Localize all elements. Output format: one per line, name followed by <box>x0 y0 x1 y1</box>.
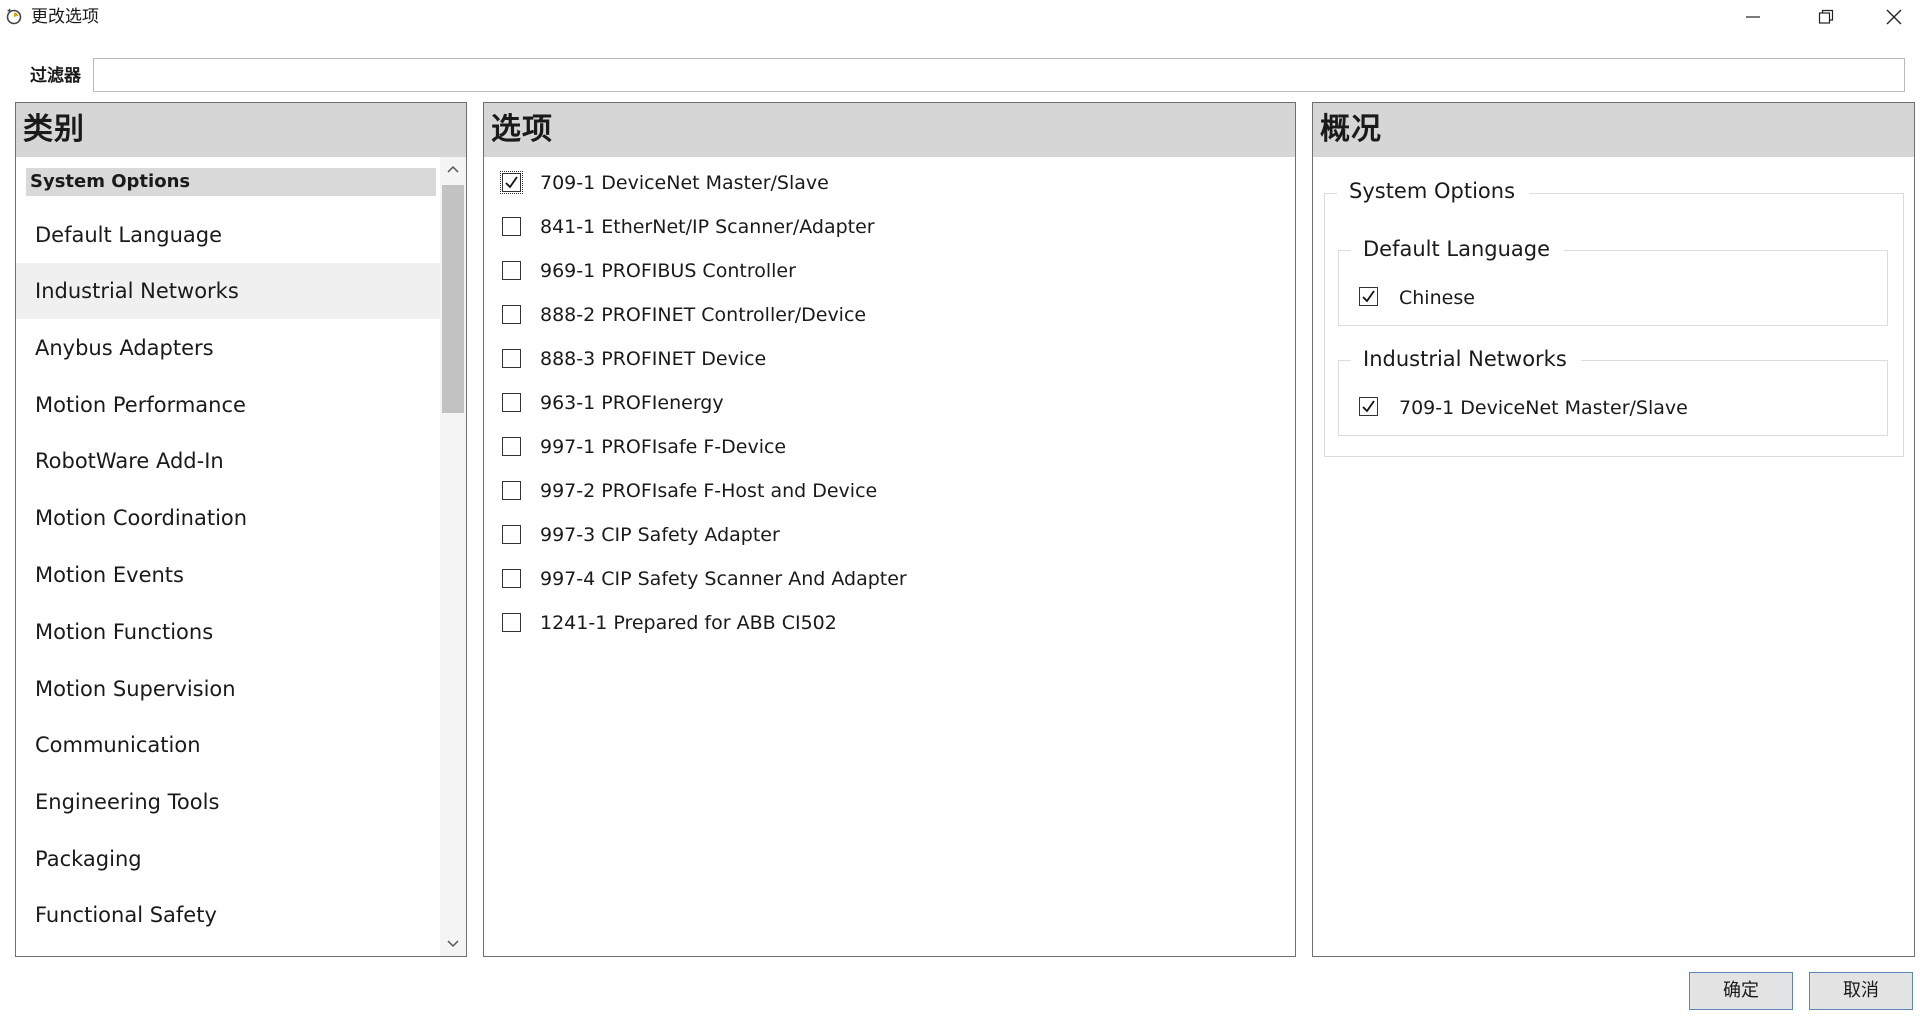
rotate-icon <box>5 7 23 25</box>
close-button[interactable] <box>1862 0 1920 34</box>
category-item-packaging[interactable]: Packaging <box>16 831 440 887</box>
options-panel: 选项 709-1 DeviceNet Master/Slave 841-1 Et… <box>483 102 1296 957</box>
summary-header: 概况 <box>1313 103 1914 157</box>
minimize-button[interactable] <box>1721 0 1785 34</box>
option-row[interactable]: 709-1 DeviceNet Master/Slave <box>500 168 1282 198</box>
category-item-motion-performance[interactable]: Motion Performance <box>16 377 440 433</box>
scroll-down-button[interactable] <box>440 932 466 956</box>
filter-input[interactable] <box>93 58 1905 92</box>
option-label: 969-1 PROFIBUS Controller <box>540 260 796 282</box>
summary-section-title: Industrial Networks <box>1351 344 1581 374</box>
summary-panel: 概况 System Options Default Language Chine… <box>1312 102 1915 957</box>
option-row[interactable]: 997-1 PROFIsafe F-Device <box>502 432 1282 462</box>
checkmark-icon <box>505 176 518 189</box>
summary-item: Chinese <box>1359 283 1879 313</box>
option-label: 1241-1 Prepared for ABB CI502 <box>540 612 837 634</box>
options-header: 选项 <box>484 103 1295 157</box>
minimize-icon <box>1746 16 1760 18</box>
window-title: 更改选项 <box>31 7 99 27</box>
cancel-button[interactable]: 取消 <box>1809 972 1913 1010</box>
category-item-motion-functions[interactable]: Motion Functions <box>16 604 440 660</box>
category-item-robotware-add-in[interactable]: RobotWare Add-In <box>16 433 440 489</box>
category-item-motion-supervision[interactable]: Motion Supervision <box>16 661 440 717</box>
option-checkbox[interactable] <box>502 349 521 368</box>
option-checkbox[interactable] <box>502 481 521 500</box>
option-label: 888-2 PROFINET Controller/Device <box>540 304 867 326</box>
option-row[interactable]: 969-1 PROFIBUS Controller <box>502 256 1282 286</box>
chevron-up-icon <box>447 165 459 173</box>
summary-item-label: 709-1 DeviceNet Master/Slave <box>1399 397 1688 419</box>
option-label: 888-3 PROFINET Device <box>540 348 767 370</box>
option-label: 997-1 PROFIsafe F-Device <box>540 436 787 458</box>
summary-group-system-options: System Options Default Language Chinese … <box>1324 176 1904 457</box>
option-label: 997-4 CIP Safety Scanner And Adapter <box>540 568 907 590</box>
option-row[interactable]: 997-3 CIP Safety Adapter <box>502 520 1282 550</box>
summary-checkbox <box>1359 397 1378 416</box>
checkmark-icon <box>1362 290 1375 303</box>
option-label: 997-3 CIP Safety Adapter <box>540 524 780 546</box>
checkmark-icon <box>1362 400 1375 413</box>
summary-item: 709-1 DeviceNet Master/Slave <box>1359 393 1879 423</box>
category-item-communication[interactable]: Communication <box>16 717 440 773</box>
option-row[interactable]: 963-1 PROFIenergy <box>502 388 1282 418</box>
option-checkbox[interactable] <box>500 171 523 194</box>
option-row[interactable]: 841-1 EtherNet/IP Scanner/Adapter <box>502 212 1282 242</box>
summary-section-title: Default Language <box>1351 234 1565 264</box>
category-list: System Options Default Language Industri… <box>16 157 440 956</box>
summary-checkbox <box>1359 287 1378 306</box>
option-checkbox[interactable] <box>502 305 521 324</box>
category-item-engineering-tools[interactable]: Engineering Tools <box>16 774 440 830</box>
option-checkbox[interactable] <box>502 393 521 412</box>
summary-section-industrial-networks: Industrial Networks 709-1 DeviceNet Mast… <box>1338 344 1888 436</box>
option-checkbox[interactable] <box>502 217 521 236</box>
category-item-anybus-adapters[interactable]: Anybus Adapters <box>16 320 440 376</box>
category-item-motion-coordination[interactable]: Motion Coordination <box>16 490 440 546</box>
option-row[interactable]: 1241-1 Prepared for ABB CI502 <box>502 608 1282 638</box>
option-checkbox[interactable] <box>502 613 521 632</box>
summary-item-label: Chinese <box>1399 287 1475 309</box>
categories-panel: 类别 System Options Default Language Indus… <box>15 102 467 957</box>
option-checkbox[interactable] <box>502 437 521 456</box>
summary-section-default-language: Default Language Chinese <box>1338 234 1888 326</box>
close-icon <box>1886 9 1902 25</box>
scroll-thumb[interactable] <box>442 185 464 413</box>
option-row[interactable]: 997-4 CIP Safety Scanner And Adapter <box>502 564 1282 594</box>
category-item-functional-safety[interactable]: Functional Safety <box>16 887 440 943</box>
option-row[interactable]: 888-3 PROFINET Device <box>502 344 1282 374</box>
option-row[interactable]: 997-2 PROFIsafe F-Host and Device <box>502 476 1282 506</box>
ok-button[interactable]: 确定 <box>1689 972 1793 1010</box>
restore-button[interactable] <box>1794 0 1858 34</box>
option-label: 997-2 PROFIsafe F-Host and Device <box>540 480 878 502</box>
categories-header: 类别 <box>16 103 466 157</box>
option-label: 963-1 PROFIenergy <box>540 392 724 414</box>
option-list: 709-1 DeviceNet Master/Slave 841-1 Ether… <box>484 157 1295 956</box>
option-checkbox[interactable] <box>502 261 521 280</box>
filter-label: 过滤器 <box>30 66 81 86</box>
title-bar: 更改选项 <box>0 0 1920 34</box>
category-item-default-language[interactable]: Default Language <box>16 207 440 263</box>
summary-group-title: System Options <box>1337 176 1530 206</box>
option-checkbox[interactable] <box>502 569 521 588</box>
category-scrollbar[interactable] <box>440 157 466 956</box>
category-group-system-options[interactable]: System Options <box>26 168 436 196</box>
option-checkbox[interactable] <box>502 525 521 544</box>
category-item-motion-events[interactable]: Motion Events <box>16 547 440 603</box>
chevron-down-icon <box>447 940 459 948</box>
category-item-industrial-networks[interactable]: Industrial Networks <box>16 263 440 319</box>
option-row[interactable]: 888-2 PROFINET Controller/Device <box>502 300 1282 330</box>
restore-icon <box>1818 9 1834 24</box>
scroll-up-button[interactable] <box>440 157 466 181</box>
option-label: 841-1 EtherNet/IP Scanner/Adapter <box>540 216 875 238</box>
option-label: 709-1 DeviceNet Master/Slave <box>540 172 829 194</box>
